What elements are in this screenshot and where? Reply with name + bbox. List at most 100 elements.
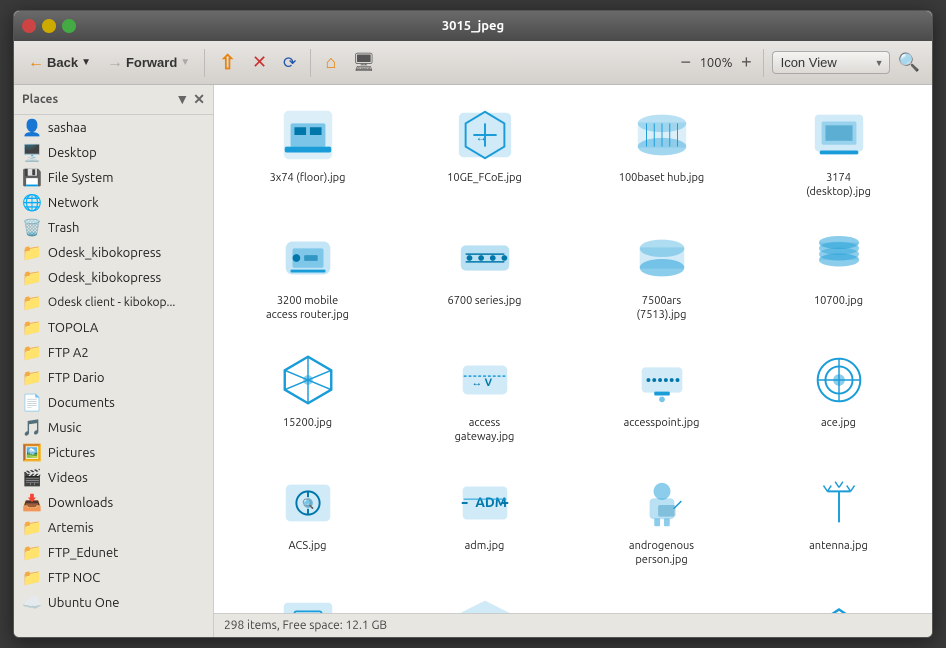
maximize-button[interactable] (62, 19, 76, 33)
close-button[interactable] (22, 19, 36, 33)
sidebar-label-ftpedunet: FTP_Edunet (48, 546, 118, 560)
file-area[interactable]: 3x74 (floor).jpg ↔ 10GE_FCoE.jpg 100base… (214, 85, 932, 613)
sidebar-item-topola[interactable]: 📁 TOPOLA (14, 315, 213, 340)
sidebar-item-ftpedunet[interactable]: 📁 FTP_Edunet (14, 540, 213, 565)
sidebar-item-ftpa2[interactable]: 📁 FTP A2 (14, 340, 213, 365)
zoom-out-button[interactable]: − (678, 52, 695, 73)
file-label: 6700 series.jpg (447, 294, 521, 308)
sidebar-down-icon[interactable]: ▼ (175, 91, 189, 108)
file-label: 10700.jpg (814, 294, 863, 308)
file-label: 10GE_FCoE.jpg (447, 171, 522, 185)
file-thumb (807, 103, 871, 167)
stop-button[interactable]: ✕ (246, 50, 273, 75)
file-area-container: 3x74 (floor).jpg ↔ 10GE_FCoE.jpg 100base… (214, 85, 932, 637)
list-item[interactable]: 🔍 ACS.jpg (224, 463, 391, 576)
back-button[interactable]: ← Back ▼ (22, 50, 97, 76)
file-label: 100baset hub.jpg (619, 171, 705, 185)
search-button[interactable]: 🔍 (894, 48, 924, 77)
sidebar-item-sashaa[interactable]: 👤 sashaa (14, 115, 213, 140)
sidebar-label-music: Music (48, 421, 82, 435)
ftpa2-icon: 📁 (22, 343, 42, 362)
file-label: accesspoint.jpg (624, 416, 700, 430)
sidebar-item-odesk1[interactable]: 📁 Odesk_kibokopress (14, 240, 213, 265)
list-item[interactable]: ↔ 10GE_FCoE.jpg (401, 95, 568, 208)
list-item[interactable]: 15200.jpg (224, 340, 391, 453)
sidebar-item-pictures[interactable]: 🖼️ Pictures (14, 440, 213, 465)
sidebar-item-artemis[interactable]: 📁 Artemis (14, 515, 213, 540)
sidebar-item-odesk2[interactable]: 📁 Odesk_kibokopress (14, 265, 213, 290)
sidebar-label-odesk1: Odesk_kibokopress (48, 246, 161, 260)
list-item[interactable]: 3200 mobile access router.jpg (224, 218, 391, 331)
computer-button[interactable]: 🖥 (346, 50, 381, 75)
file-thumb: ↔ V (453, 348, 517, 412)
forward-label: Forward (126, 55, 177, 70)
list-item[interactable]: ↔ V access gateway.jpg (401, 340, 568, 453)
up-button[interactable]: ⇧ (213, 48, 242, 77)
list-item[interactable]: 100baset hub.jpg (578, 95, 745, 208)
zoom-value: 100% (698, 56, 734, 70)
statusbar-text: 298 items, Free space: 12.1 GB (224, 619, 387, 632)
sidebar-item-music[interactable]: 🎵 Music (14, 415, 213, 440)
file-thumb: ↔ V (630, 593, 694, 613)
sidebar-label-ftpnoc: FTP NOC (48, 571, 100, 585)
sidebar-label-documents: Documents (48, 396, 115, 410)
list-item[interactable]: QFP ASR 1000 Series.jpg (401, 585, 568, 613)
minimize-button[interactable] (42, 19, 56, 33)
ftpdario-icon: 📁 (22, 368, 42, 387)
sidebar-close-icon[interactable]: ✕ (193, 91, 205, 108)
file-label: antenna.jpg (809, 539, 868, 553)
list-item[interactable]: 3x74 (floor).jpg (224, 95, 391, 208)
view-select-container: Icon View List View Compact View (772, 51, 890, 74)
music-icon: 🎵 (22, 418, 42, 437)
list-item[interactable]: antenna.jpg (755, 463, 922, 576)
zoom-in-button[interactable]: + (738, 52, 755, 73)
list-item[interactable]: accesspoint.jpg (578, 340, 745, 453)
list-item[interactable]: asic processor.jpg (224, 585, 391, 613)
sidebar-label-artemis: Artemis (48, 521, 94, 535)
file-label: adm.jpg (465, 539, 505, 553)
list-item[interactable]: ↔ V ata.jpg (578, 585, 745, 613)
sidebar-item-odesk3[interactable]: 📁 Odesk client - kibokop... (14, 290, 213, 315)
list-item[interactable]: 6700 series.jpg (401, 218, 568, 331)
toolbar-separator-3 (763, 49, 764, 77)
sidebar-item-downloads[interactable]: 📥 Downloads (14, 490, 213, 515)
sidebar-item-desktop[interactable]: 🖥️ Desktop (14, 140, 213, 165)
sidebar-header: Places ▼ ✕ (14, 85, 213, 115)
file-grid: 3x74 (floor).jpg ↔ 10GE_FCoE.jpg 100base… (224, 95, 922, 613)
view-select[interactable]: Icon View List View Compact View (772, 51, 890, 74)
sidebar-item-ftpnoc[interactable]: 📁 FTP NOC (14, 565, 213, 590)
documents-icon: 📄 (22, 393, 42, 412)
sidebar-header-icons: ▼ ✕ (175, 91, 205, 108)
forward-chevron-icon: ▼ (180, 57, 190, 68)
odesk1-icon: 📁 (22, 243, 42, 262)
list-item[interactable]: androgenous person.jpg (578, 463, 745, 576)
forward-button[interactable]: → Forward ▼ (101, 50, 196, 76)
list-item[interactable]: ADM adm.jpg (401, 463, 568, 576)
file-thumb (453, 226, 517, 290)
list-item[interactable]: atm 3800.jpg (755, 585, 922, 613)
sidebar-item-ubuntuone[interactable]: ☁️ Ubuntu One (14, 590, 213, 615)
list-item[interactable]: 10700.jpg (755, 218, 922, 331)
sidebar-item-filesystem[interactable]: 💾 File System (14, 165, 213, 190)
list-item[interactable]: 7500ars (7513).jpg (578, 218, 745, 331)
sidebar-label-ftpa2: FTP A2 (48, 346, 89, 360)
file-thumb (276, 226, 340, 290)
file-thumb (630, 471, 694, 535)
list-item[interactable]: ace.jpg (755, 340, 922, 453)
zoom-group: − 100% + (678, 52, 755, 73)
trash-icon: 🗑️ (22, 218, 42, 237)
file-label: 3x74 (floor).jpg (270, 171, 346, 185)
sidebar-item-trash[interactable]: 🗑️ Trash (14, 215, 213, 240)
sidebar-item-documents[interactable]: 📄 Documents (14, 390, 213, 415)
topola-icon: 📁 (22, 318, 42, 337)
toolbar: ← Back ▼ → Forward ▼ ⇧ ✕ ⟳ ⌂ 🖥 − 100% + … (14, 41, 932, 85)
reload-button[interactable]: ⟳ (277, 51, 302, 75)
filesystem-icon: 💾 (22, 168, 42, 187)
pictures-icon: 🖼️ (22, 443, 42, 462)
home-button[interactable]: ⌂ (319, 50, 342, 75)
list-item[interactable]: 3174 (desktop).jpg (755, 95, 922, 208)
file-thumb: ↔ (453, 103, 517, 167)
sidebar-item-ftpdario[interactable]: 📁 FTP Dario (14, 365, 213, 390)
sidebar-item-videos[interactable]: 🎬 Videos (14, 465, 213, 490)
sidebar-item-network[interactable]: 🌐 Network (14, 190, 213, 215)
